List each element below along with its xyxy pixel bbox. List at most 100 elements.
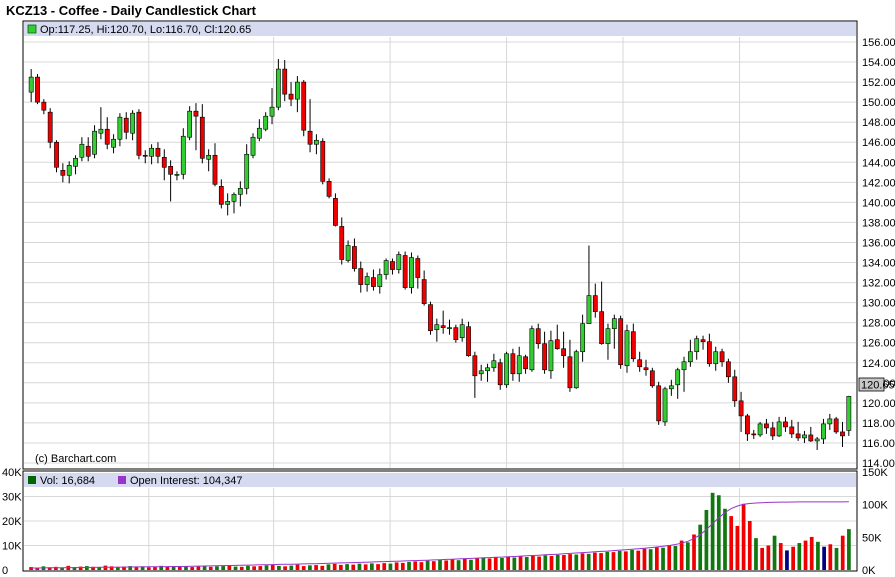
candle-body (738, 400, 744, 417)
volume-bar (450, 559, 455, 570)
volume-bar (239, 566, 244, 570)
volume-bar (84, 566, 89, 570)
candle-body (700, 339, 706, 343)
candle-body (73, 157, 78, 167)
volume-bar (518, 556, 523, 570)
price-tick-label: 148.00 (862, 117, 895, 129)
candle-body (466, 326, 471, 357)
candle-body (662, 388, 668, 423)
candle-body (396, 254, 402, 270)
candle-body (402, 255, 408, 288)
candle (573, 349, 579, 389)
candle-body (390, 261, 395, 270)
volume-bar (258, 566, 263, 570)
volume-bar (431, 561, 436, 570)
volume-legend: Vol: 16,684 (40, 475, 95, 487)
candle-body (440, 325, 446, 328)
candle (846, 395, 852, 436)
volume-bar (648, 549, 653, 570)
volume-bar (562, 555, 566, 570)
oi-legend-swatch (118, 476, 126, 484)
volume-bar (438, 559, 442, 570)
candle-body (618, 318, 624, 366)
volume-bar (153, 567, 157, 570)
candle-body (706, 341, 712, 365)
candle-body (168, 166, 174, 175)
chart-root: KCZ13 - Coffee - Daily Candlestick Chart… (2, 3, 895, 577)
candle-body (54, 141, 59, 168)
candle-body (282, 68, 288, 95)
volume-bar (301, 566, 306, 570)
volume-tick-label: 30K (2, 492, 22, 504)
candle (649, 367, 655, 388)
volume-bar (766, 545, 771, 570)
oi-tick-label: 100K (862, 500, 888, 512)
volume-bar (685, 542, 690, 570)
candle (428, 301, 433, 335)
price-tick-label: 116.00 (862, 438, 895, 450)
candle-body (111, 138, 116, 148)
volume-bar (840, 535, 845, 570)
volume-tick-label: 20K (2, 516, 22, 528)
volume-bar (512, 557, 517, 570)
candle-body (668, 385, 674, 390)
candle (187, 106, 193, 141)
candle-body (478, 370, 484, 375)
candle-body (66, 164, 72, 176)
candle-body (751, 433, 757, 436)
volume-bar (574, 554, 579, 570)
candle (326, 178, 332, 199)
candle-body (497, 362, 503, 386)
candle-body (421, 279, 427, 304)
candle-body (339, 226, 345, 260)
chart-title: KCZ13 - Coffee - Daily Candlestick Chart (6, 3, 257, 18)
candle (833, 416, 839, 434)
candle-body (301, 81, 307, 131)
candle (504, 351, 509, 388)
candle-body (225, 201, 231, 205)
candle-body (288, 93, 294, 100)
candle-body (719, 351, 725, 363)
volume-bar (654, 547, 659, 570)
candle-body (795, 433, 801, 439)
candle-body (687, 351, 693, 363)
candle-body (237, 188, 243, 195)
volume-bar (710, 492, 715, 570)
volume-bar (277, 565, 281, 570)
candle-body (675, 369, 681, 386)
volume-bar (493, 557, 498, 570)
volume-bar (611, 552, 616, 570)
candle (409, 252, 414, 294)
volume-bar (803, 540, 808, 570)
volume-bar (555, 554, 560, 570)
candle-body (428, 304, 433, 331)
candle-body (123, 117, 129, 133)
candle-body (592, 295, 598, 312)
volume-bar (834, 547, 839, 570)
volume-bar (729, 516, 734, 570)
volume-bar (246, 565, 250, 570)
candle-body (85, 145, 91, 157)
candle-body (833, 418, 839, 433)
candle-body (41, 101, 47, 111)
candle (624, 324, 630, 373)
candle-body (726, 361, 731, 378)
candle-body (212, 154, 218, 185)
volume-bar (339, 564, 343, 570)
price-tick-label: 126.00 (862, 338, 895, 350)
volume-bar (723, 508, 727, 570)
candle (54, 140, 59, 173)
volume-bar (332, 563, 337, 570)
candle-body (491, 360, 497, 369)
candle-body (529, 328, 535, 371)
volume-bar (537, 556, 541, 570)
volume-bar (747, 521, 752, 570)
candle-body (523, 356, 528, 370)
candle-body (142, 154, 148, 157)
price-tick-label: 136.00 (862, 237, 895, 249)
volume-bar (357, 563, 362, 570)
volume-bar (171, 566, 176, 570)
candle (466, 321, 471, 357)
volume-bar (382, 563, 387, 570)
volume-bar (617, 550, 622, 570)
